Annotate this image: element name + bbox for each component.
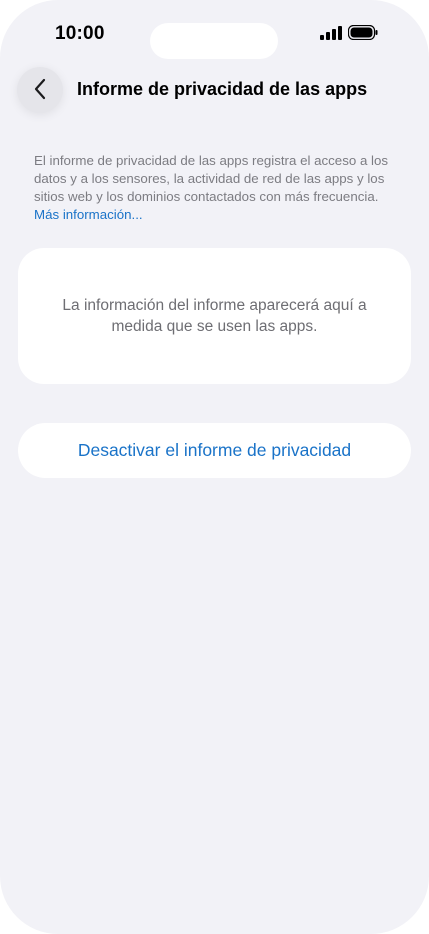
more-info-link[interactable]: Más información... [34,207,143,222]
disable-privacy-report-button[interactable]: Desactivar el informe de privacidad [18,423,411,478]
description-text: El informe de privacidad de las apps reg… [34,152,396,224]
report-info-card: La información del informe aparecerá aqu… [18,248,411,384]
page-title: Informe de privacidad de las apps [77,79,368,99]
report-empty-message: La información del informe aparecerá aqu… [62,297,367,335]
cellular-signal-icon [320,25,342,45]
back-button[interactable] [17,67,63,113]
battery-icon [347,24,378,45]
status-icons [320,24,378,45]
description-body: El informe de privacidad de las apps reg… [34,153,389,204]
navigation-bar: Informe de privacidad de las apps [0,66,429,114]
status-bar: 10:00 [0,0,429,60]
dynamic-island [150,23,278,59]
status-time: 10:00 [55,23,105,44]
phone-screen: 10:00 Informe de privacidad de las apps … [0,0,429,934]
chevron-left-icon [33,78,47,103]
